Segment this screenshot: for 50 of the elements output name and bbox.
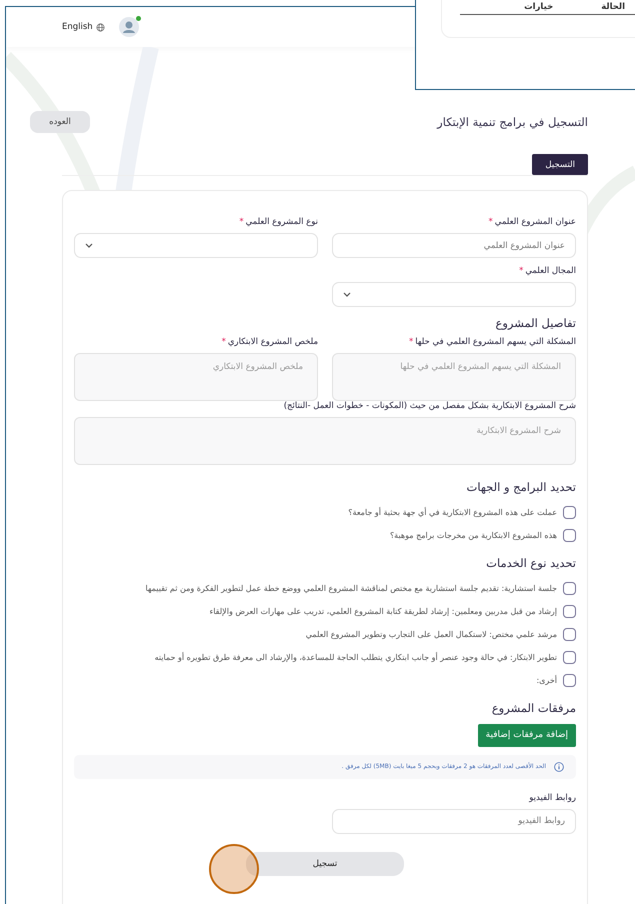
dropdown-field[interactable] [74,233,318,258]
column-header: خيارات [524,2,554,12]
submit-button[interactable]: تسجيل [246,852,404,876]
checkbox[interactable] [563,605,576,618]
field-label: عنوان المشروع العلمي * [488,217,576,227]
checkbox-label: هذه المشروع الابتكارية من مخرجات برامج موهبة؟ [390,531,557,540]
required-asterisk: * [519,266,524,276]
field-label: روابط الفيديو [528,792,576,802]
textarea-field[interactable]: المشكلة التي يسهم المشروع العلمي في حلها [332,353,576,401]
section-heading: مرفقات المشروع [490,701,576,715]
checkbox-label: جلسة استشارية: تقديم جلسة استشارية مع مختص لمناقشة المشروع العلمي ووضع خطة عمل لتطوير الفكرة ومن ثم تقييمها [146,584,557,593]
column-header: الحالة [601,2,625,12]
add-attachments-button[interactable]: إضافة مرفقات إضافية [478,724,576,746]
checkbox[interactable] [563,651,576,664]
checkbox-label: أخرى: [536,676,557,685]
section-heading: تحديد نوع الخدمات [485,556,576,570]
chevron-down-icon [343,292,351,297]
checkbox-label: إرشاد من قبل مدربين ومعلمين: إرشاد لطريقة كتابة المشروع العلمي، تدريب على مهارات العرض والإلقاء [209,607,557,616]
tab[interactable]: التسجيل [532,154,588,175]
checkbox-label: تطوير الابتكار: في حالة وجود عنصر أو جانب ابتكاري يتطلب الحاجة للمساعدة، والإرشاد الى معرفة طرق تطويره أو حمايته [154,653,557,662]
required-asterisk: * [488,217,493,227]
dropdown-field[interactable] [332,282,576,307]
checkbox-label: عملت على هذه المشروع الابتكارية في أي جهة بحثية أو جامعة؟ [348,508,557,517]
required-asterisk: * [222,337,226,347]
required-asterisk: * [408,337,414,347]
textarea-field[interactable]: ملخص المشروع الابتكاري [74,353,318,401]
info-icon [554,762,564,772]
checkbox[interactable] [563,674,576,687]
input-field[interactable]: روابط الفيديو [332,808,576,834]
globe-icon [96,22,105,32]
checkbox[interactable] [563,628,576,641]
checkbox[interactable] [563,529,576,542]
checkbox-label: مرشد علمي مختص: لاستكمال العمل على التجارب وتطوير المشروع العلمي [306,630,557,639]
section-heading: تحديد البرامج و الجهات [466,480,576,494]
textarea-field[interactable]: شرح المشروع الابتكارية [74,417,576,465]
field-label: ملخص المشروع الابتكاري * [220,337,318,347]
checkbox[interactable] [563,506,576,519]
page-title: التسجيل في برامج تنمية الإبتكار [437,115,588,129]
field-label: المجال العلمي * [518,266,576,276]
field-label: المشكلة التي يسهم المشروع العلمي في حلها * [408,337,576,347]
required-asterisk: * [239,217,244,227]
chevron-down-icon [85,243,93,248]
input-field[interactable]: عنوان المشروع العلمي [332,233,576,258]
back-button[interactable]: العوده [30,111,90,133]
field-label: شرح المشروع الابتكارية بشكل مفصل من حيث (المكونات - خطوات العمل -النتائج) [282,401,576,411]
field-label: نوع المشروع العلمي * [238,217,318,227]
user-avatar[interactable] [118,17,139,37]
checkbox[interactable] [563,582,576,595]
language-link[interactable]: English [62,22,105,32]
section-heading: تفاصيل المشروع [494,316,576,330]
